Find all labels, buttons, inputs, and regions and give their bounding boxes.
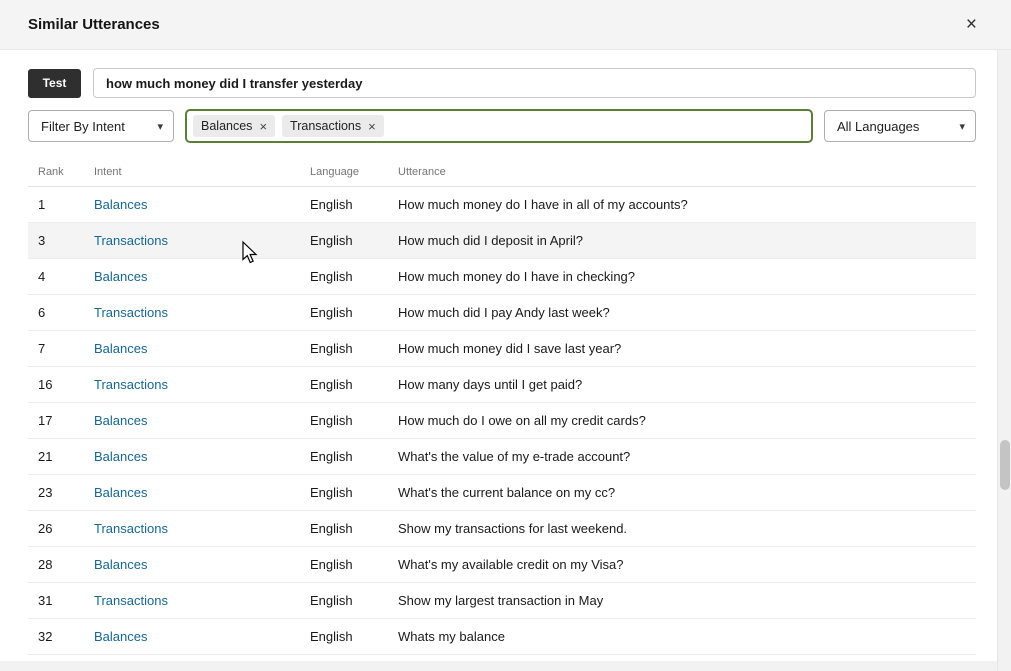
language-dropdown-value: All Languages	[837, 119, 919, 134]
language-cell: English	[310, 377, 398, 392]
rank-cell: 1	[38, 197, 94, 212]
table-row[interactable]: 16 Transactions English How many days un…	[28, 367, 976, 403]
utterance-table: Rank Intent Language Utterance 1 Balance…	[28, 157, 976, 655]
utterance-cell: Show my transactions for last weekend.	[398, 521, 976, 536]
utterance-cell: How much money did I save last year?	[398, 341, 976, 356]
utterance-cell: How much money do I have in all of my ac…	[398, 197, 976, 212]
table-row[interactable]: 4 Balances English How much money do I h…	[28, 259, 976, 295]
table-row[interactable]: 21 Balances English What's the value of …	[28, 439, 976, 475]
rank-cell: 17	[38, 413, 94, 428]
rank-cell: 31	[38, 593, 94, 608]
vertical-scrollbar[interactable]	[997, 50, 1011, 671]
language-cell: English	[310, 305, 398, 320]
intent-link[interactable]: Balances	[94, 557, 310, 572]
table-row[interactable]: 17 Balances English How much do I owe on…	[28, 403, 976, 439]
column-header-utterance: Utterance	[398, 166, 976, 178]
language-cell: English	[310, 233, 398, 248]
language-cell: English	[310, 485, 398, 500]
language-cell: English	[310, 629, 398, 644]
intent-link[interactable]: Transactions	[94, 593, 310, 608]
remove-chip-icon[interactable]: ×	[259, 120, 267, 133]
language-cell: English	[310, 593, 398, 608]
language-dropdown[interactable]: All Languages ▾	[824, 110, 976, 142]
utterance-cell: Whats my balance	[398, 629, 976, 644]
dialog-title: Similar Utterances	[28, 16, 160, 33]
utterance-cell: Show my largest transaction in May	[398, 593, 976, 608]
rank-cell: 23	[38, 485, 94, 500]
intent-link[interactable]: Balances	[94, 269, 310, 284]
intent-link[interactable]: Transactions	[94, 377, 310, 392]
utterance-table-body: 1 Balances English How much money do I h…	[28, 187, 976, 655]
intent-chips-field[interactable]: Balances × Transactions ×	[185, 109, 813, 143]
language-cell: English	[310, 413, 398, 428]
rank-cell: 32	[38, 629, 94, 644]
test-button[interactable]: Test	[28, 69, 81, 98]
table-row[interactable]: 1 Balances English How much money do I h…	[28, 187, 976, 223]
intent-chip-balances: Balances ×	[193, 115, 275, 137]
intent-link[interactable]: Transactions	[94, 305, 310, 320]
chip-label: Balances	[201, 119, 252, 133]
utterance-cell: How much do I owe on all my credit cards…	[398, 413, 976, 428]
horizontal-scrollbar[interactable]	[0, 661, 997, 671]
table-row[interactable]: 28 Balances English What's my available …	[28, 547, 976, 583]
table-row[interactable]: 31 Transactions English Show my largest …	[28, 583, 976, 619]
intent-link[interactable]: Balances	[94, 341, 310, 356]
close-icon[interactable]: ×	[960, 13, 983, 36]
intent-link[interactable]: Balances	[94, 629, 310, 644]
vertical-scrollbar-thumb[interactable]	[1000, 440, 1010, 490]
intent-link[interactable]: Transactions	[94, 233, 310, 248]
utterance-cell: What's the current balance on my cc?	[398, 485, 976, 500]
intent-link[interactable]: Balances	[94, 413, 310, 428]
rank-cell: 7	[38, 341, 94, 356]
intent-link[interactable]: Balances	[94, 197, 310, 212]
column-header-language: Language	[310, 166, 398, 178]
chip-label: Transactions	[290, 119, 361, 133]
dialog-content: Test Filter By Intent ▾ Balances × Trans…	[0, 50, 997, 671]
utterance-cell: How much did I pay Andy last week?	[398, 305, 976, 320]
utterance-cell: What's the value of my e-trade account?	[398, 449, 976, 464]
filter-by-intent-dropdown[interactable]: Filter By Intent ▾	[28, 110, 174, 142]
utterance-cell: How many days until I get paid?	[398, 377, 976, 392]
chevron-down-icon: ▾	[959, 120, 965, 133]
remove-chip-icon[interactable]: ×	[368, 120, 376, 133]
language-cell: English	[310, 197, 398, 212]
column-header-rank: Rank	[38, 166, 94, 178]
rank-cell: 28	[38, 557, 94, 572]
column-header-intent: Intent	[94, 166, 310, 178]
table-row[interactable]: 26 Transactions English Show my transact…	[28, 511, 976, 547]
utterance-cell: How much money do I have in checking?	[398, 269, 976, 284]
filter-bar: Filter By Intent ▾ Balances × Transactio…	[28, 109, 976, 143]
utterance-cell: How much did I deposit in April?	[398, 233, 976, 248]
language-cell: English	[310, 557, 398, 572]
intent-link[interactable]: Transactions	[94, 521, 310, 536]
rank-cell: 26	[38, 521, 94, 536]
table-row[interactable]: 6 Transactions English How much did I pa…	[28, 295, 976, 331]
language-cell: English	[310, 341, 398, 356]
dialog-header: Similar Utterances ×	[0, 0, 1011, 50]
language-cell: English	[310, 269, 398, 284]
rank-cell: 3	[38, 233, 94, 248]
utterance-cell: What's my available credit on my Visa?	[398, 557, 976, 572]
rank-cell: 6	[38, 305, 94, 320]
language-cell: English	[310, 449, 398, 464]
test-bar: Test	[28, 68, 976, 98]
table-row[interactable]: 32 Balances English Whats my balance	[28, 619, 976, 655]
rank-cell: 16	[38, 377, 94, 392]
test-utterance-input[interactable]	[93, 68, 976, 98]
intent-chip-transactions: Transactions ×	[282, 115, 384, 137]
language-cell: English	[310, 521, 398, 536]
filter-by-intent-label: Filter By Intent	[41, 119, 125, 134]
intent-link[interactable]: Balances	[94, 485, 310, 500]
table-row[interactable]: 23 Balances English What's the current b…	[28, 475, 976, 511]
table-row[interactable]: 7 Balances English How much money did I …	[28, 331, 976, 367]
rank-cell: 21	[38, 449, 94, 464]
table-row[interactable]: 3 Transactions English How much did I de…	[28, 223, 976, 259]
intent-link[interactable]: Balances	[94, 449, 310, 464]
rank-cell: 4	[38, 269, 94, 284]
table-header-row: Rank Intent Language Utterance	[28, 157, 976, 187]
chevron-down-icon: ▾	[157, 120, 163, 133]
